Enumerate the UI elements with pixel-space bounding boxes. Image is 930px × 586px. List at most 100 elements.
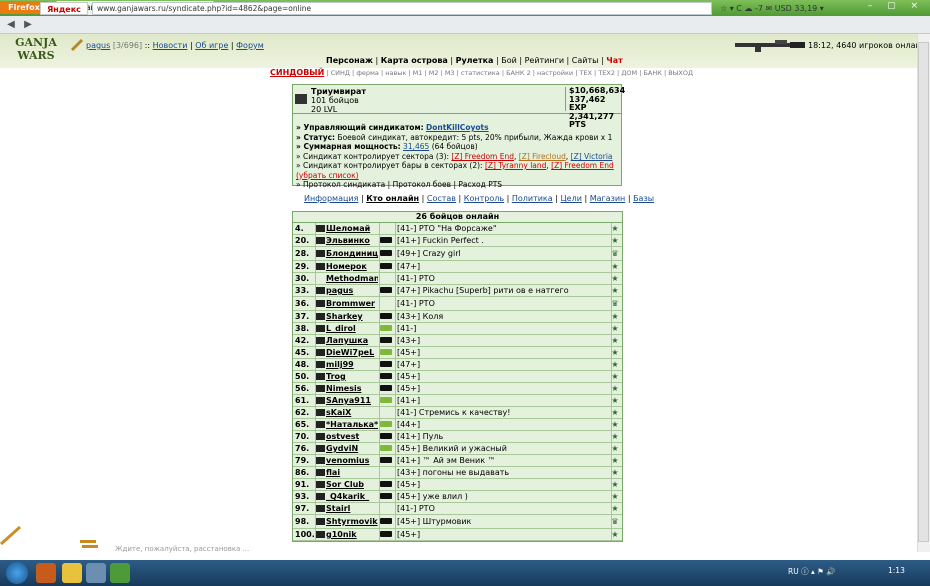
- taskbar-app-icon[interactable]: [86, 563, 106, 583]
- column-divider: [315, 407, 316, 418]
- weapon-icon: [380, 325, 392, 331]
- tab-control[interactable]: Контроль: [464, 194, 504, 203]
- fighter-link[interactable]: Блондинице: [316, 247, 378, 260]
- submenu-syndicate[interactable]: СИНДОВЫЙ: [270, 68, 324, 77]
- fighter-link[interactable]: L_dirol: [316, 323, 378, 334]
- star-icon: ★: [611, 384, 619, 393]
- fighter-link[interactable]: ostvest: [316, 431, 378, 442]
- column-divider: [611, 491, 612, 502]
- submenu-item[interactable]: TEX2: [598, 69, 615, 77]
- fighter-status: [45+] Штурмовик: [397, 517, 472, 526]
- fighter-rank: 38.: [295, 324, 310, 333]
- sector-link[interactable]: [Z] Freedom End: [451, 152, 514, 161]
- search-engine-button[interactable]: Яндекс: [40, 2, 88, 15]
- fighter-link[interactable]: Номерок: [316, 261, 378, 272]
- protocol-links[interactable]: » Протокол синдиката | Протокол боев | Р…: [296, 180, 620, 190]
- toolbar-info[interactable]: ☆ ▾ C ☁ -7 ✉ USD 33,19 ▾: [720, 3, 824, 15]
- fighter-link[interactable]: Sor Club: [316, 479, 378, 490]
- sector-link[interactable]: [Z] Victoria: [571, 152, 613, 161]
- remove-list-link[interactable]: (убрать список): [296, 171, 359, 180]
- fighter-link[interactable]: Sharkey: [316, 311, 378, 322]
- tab-politics[interactable]: Политика: [512, 194, 553, 203]
- tab-online[interactable]: Кто онлайн: [366, 194, 419, 203]
- fighter-link[interactable]: g10nik: [316, 529, 378, 540]
- submenu-item[interactable]: ДОМ: [621, 69, 637, 77]
- fighter-link[interactable]: Шеломай: [316, 223, 378, 234]
- fighter-link[interactable]: *Наталька*: [316, 419, 378, 430]
- fighter-link[interactable]: venomius: [316, 455, 378, 466]
- fighter-link[interactable]: _Q4karik_: [316, 491, 378, 502]
- fighter-link[interactable]: Methodman: [316, 273, 378, 284]
- submenu-item[interactable]: TEX: [579, 69, 592, 77]
- about-link[interactable]: Об игре: [195, 41, 228, 50]
- fighter-link[interactable]: GydviN: [316, 443, 378, 454]
- sector-link[interactable]: [Z] Firecloud: [519, 152, 566, 161]
- fighter-link[interactable]: Brommwer: [316, 297, 378, 310]
- bar-link[interactable]: [Z] Freedom End: [551, 161, 614, 170]
- menu-map[interactable]: Карта острова: [381, 56, 448, 65]
- submenu-item[interactable]: ферма: [356, 69, 379, 77]
- submenu-item[interactable]: M3: [445, 69, 455, 77]
- tab-info[interactable]: Информация: [304, 194, 358, 203]
- submenu-item[interactable]: СИНД: [331, 69, 350, 77]
- fighter-link[interactable]: SAnya911: [316, 395, 378, 406]
- fighter-link[interactable]: Shtyrmovik: [316, 515, 378, 528]
- forward-icon[interactable]: ▶: [21, 18, 35, 31]
- tab-shop[interactable]: Магазин: [590, 194, 626, 203]
- address-bar[interactable]: www.ganjawars.ru/syndicate.php?id=4862&p…: [92, 2, 712, 15]
- fighter-link[interactable]: DieWi7peL: [316, 347, 378, 358]
- syndicate-details: » Управляющий синдикатом: DontKillCoyots…: [296, 123, 620, 190]
- column-divider: [611, 323, 612, 334]
- user-counter: [3/696]: [112, 41, 143, 50]
- submenu-item[interactable]: БАНК: [643, 69, 661, 77]
- column-divider: [611, 407, 612, 418]
- taskbar-firefox-icon[interactable]: [36, 563, 56, 583]
- news-link[interactable]: Новости: [153, 41, 188, 50]
- syndicate-badge-icon: [316, 469, 325, 476]
- submenu-item[interactable]: M2: [429, 69, 439, 77]
- fighter-status: [43+]: [397, 336, 421, 345]
- roster-row: 91. Sor Club [45+] ★: [293, 479, 622, 491]
- fighter-link[interactable]: sKaiX: [316, 407, 378, 418]
- tab-bases[interactable]: Базы: [633, 194, 654, 203]
- fighter-link[interactable]: pagus: [316, 285, 378, 296]
- submenu-item[interactable]: статистика: [461, 69, 500, 77]
- submenu-item[interactable]: настройки: [537, 69, 573, 77]
- bar-link[interactable]: [Z] Tyranny land: [485, 161, 546, 170]
- roster-row: 29. Номерок [47+] ★: [293, 261, 622, 273]
- scrollbar-thumb[interactable]: [918, 42, 929, 542]
- fighter-link[interactable]: Nimesis: [316, 383, 378, 394]
- submenu-item[interactable]: навык: [385, 69, 406, 77]
- forum-link[interactable]: Форум: [236, 41, 264, 50]
- tab-goals[interactable]: Цели: [560, 194, 581, 203]
- fighter-link[interactable]: flai: [316, 467, 378, 478]
- submenu-item[interactable]: M1: [413, 69, 423, 77]
- menu-chat[interactable]: Чат: [606, 56, 623, 65]
- taskbar-explorer-icon[interactable]: [62, 563, 82, 583]
- system-tray[interactable]: RU ⓘ ▴ ⚑ 🔊: [788, 566, 836, 577]
- taskbar-clock[interactable]: 1:13: [888, 566, 905, 575]
- menu-battle[interactable]: Бой: [501, 56, 517, 65]
- menu-sites[interactable]: Сайты: [572, 56, 599, 65]
- fighter-link[interactable]: milj99: [316, 359, 378, 370]
- fighter-link[interactable]: Stairl: [316, 503, 378, 514]
- manager-link[interactable]: DontKillCoyots: [426, 123, 489, 132]
- tab-members[interactable]: Состав: [427, 194, 456, 203]
- fighter-rank: 70.: [295, 432, 310, 441]
- user-link[interactable]: pagus: [86, 41, 110, 50]
- fighter-link[interactable]: Trog: [316, 371, 378, 382]
- fighter-link[interactable]: Эльвинко: [316, 235, 378, 246]
- ganjawars-logo[interactable]: GANJA WARS: [5, 36, 67, 66]
- menu-character[interactable]: Персонаж: [326, 56, 373, 65]
- submenu-item[interactable]: ВЫХОД: [668, 69, 693, 77]
- power-value[interactable]: 31,465: [403, 142, 429, 151]
- start-button[interactable]: [6, 562, 28, 584]
- window-controls[interactable]: – ▢ ×: [868, 1, 924, 13]
- fighter-name: Sor Club: [326, 480, 365, 489]
- submenu-item[interactable]: БАНК 2: [506, 69, 531, 77]
- fighter-link[interactable]: Лапушка: [316, 335, 378, 346]
- back-icon[interactable]: ◀: [4, 18, 18, 31]
- taskbar-chrome-icon[interactable]: [110, 563, 130, 583]
- menu-roulette[interactable]: Рулетка: [456, 56, 494, 65]
- menu-ratings[interactable]: Рейтинги: [525, 56, 564, 65]
